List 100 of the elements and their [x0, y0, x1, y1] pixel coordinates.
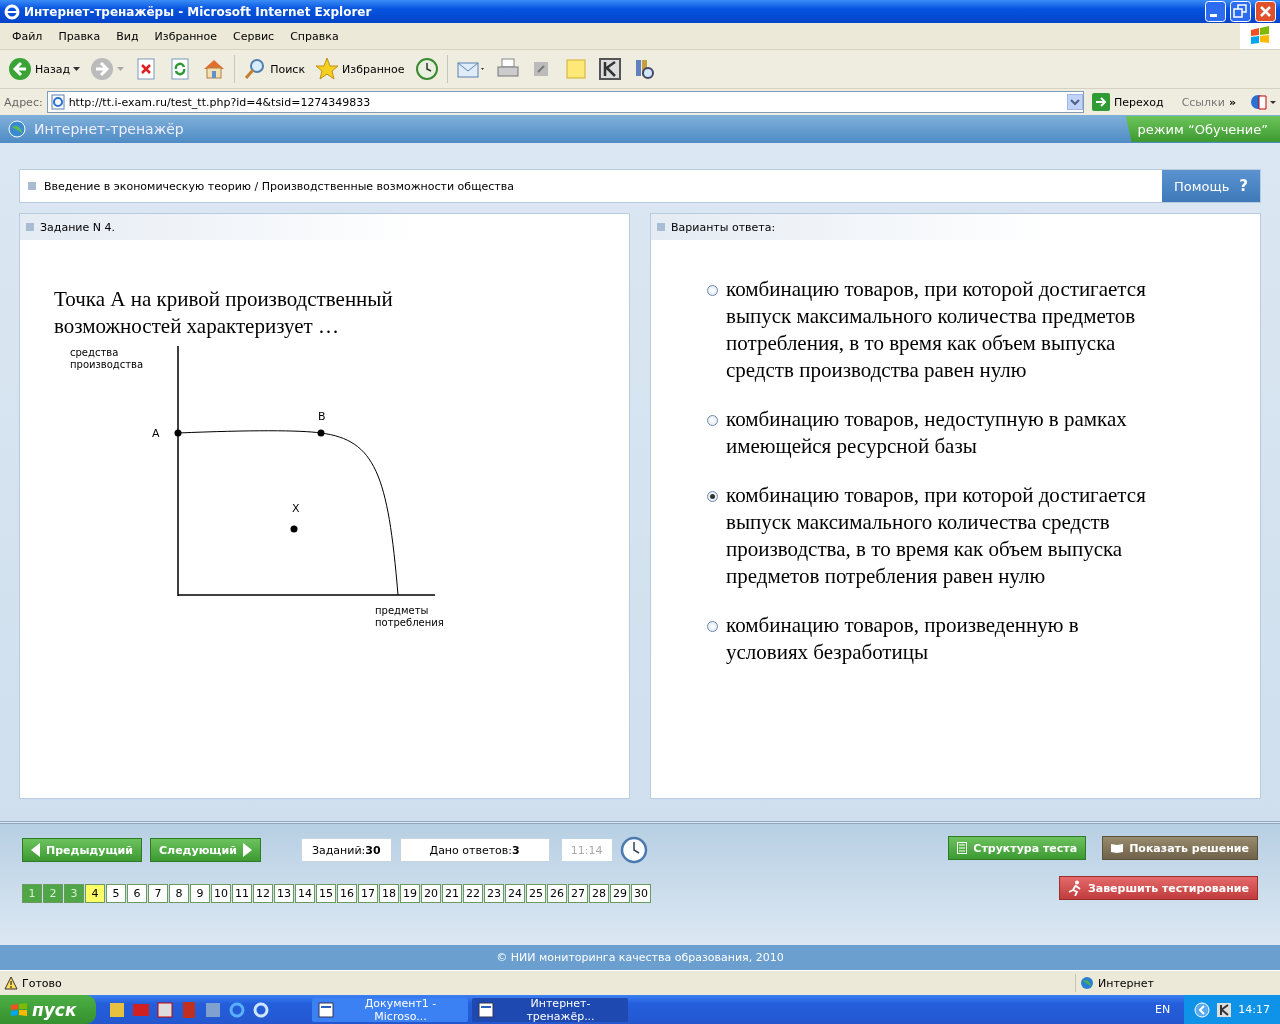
window-icon: [318, 1001, 334, 1018]
page-number-button[interactable]: 28: [589, 884, 609, 903]
timer-field: 11:14: [561, 839, 612, 861]
page-number-button[interactable]: 24: [505, 884, 525, 903]
page-number-button[interactable]: 12: [253, 884, 273, 903]
book-icon: [1111, 843, 1124, 853]
point-label: A: [152, 427, 160, 440]
question-text: Точка А на кривой производственный возможностей характеризует …: [54, 286, 394, 340]
language-indicator[interactable]: EN: [1155, 1003, 1171, 1016]
back-button[interactable]: Назад: [6, 55, 83, 83]
breadcrumb-text: Введение в экономическую теорию / Производственные возможности общества: [44, 179, 514, 193]
chevron-icon[interactable]: [1194, 1001, 1211, 1018]
windows-flag-icon: [1249, 26, 1271, 46]
page-number-button[interactable]: 27: [568, 884, 588, 903]
panel-title: Задание N 4.: [40, 220, 115, 234]
page-number-button[interactable]: 29: [610, 884, 630, 903]
list-icon: [957, 842, 968, 854]
k-square-icon[interactable]: [597, 57, 622, 81]
app-icon[interactable]: [204, 1000, 222, 1019]
radio-button[interactable]: [707, 285, 718, 296]
go-button[interactable]: Переход: [1088, 93, 1172, 111]
menu-item[interactable]: Вид: [108, 29, 147, 43]
page-number-button[interactable]: 4: [85, 884, 105, 903]
page-number-button[interactable]: 15: [316, 884, 336, 903]
window-icon: [478, 1001, 494, 1018]
page-number-button[interactable]: 13: [274, 884, 294, 903]
taskbar-window-button[interactable]: Документ1 - Microso...: [312, 997, 468, 1022]
help-button[interactable]: Помощь ?: [1162, 170, 1260, 202]
page-number-button[interactable]: 8: [169, 884, 189, 903]
page-number-button[interactable]: 14: [295, 884, 315, 903]
star-icon: [315, 57, 340, 81]
warning-page-icon: [4, 976, 18, 990]
zone-text: Интернет: [1098, 976, 1154, 990]
dropdown-caret-icon: [117, 67, 125, 71]
page-number-button[interactable]: 16: [337, 884, 357, 903]
page-number-button[interactable]: 5: [106, 884, 126, 903]
window-title: Интернет-тренажёры - Microsoft Internet Explorer: [24, 4, 373, 19]
globe-icon: [1080, 976, 1094, 990]
page-number-button[interactable]: 26: [547, 884, 567, 903]
right-triangle-icon: [242, 843, 252, 857]
tasks-counter: Заданий:30: [300, 838, 392, 862]
close-icon[interactable]: [1255, 1, 1276, 22]
answer-text: комбинацию товаров, недоступную в рамках имеющейся ресурсной базы: [726, 406, 1128, 460]
point-marker: [317, 429, 325, 437]
menu-item[interactable]: Файл: [4, 29, 51, 43]
restore-icon[interactable]: [1230, 1, 1251, 22]
finish-button[interactable]: Завершить тестирование: [1058, 876, 1258, 900]
page-number-button[interactable]: 7: [148, 884, 168, 903]
taskbar-window-button[interactable]: Интернет-тренажёр...: [472, 997, 628, 1022]
axis-label: средства производства: [70, 347, 144, 370]
radio-button[interactable]: [707, 415, 718, 426]
menu-item[interactable]: Правка: [50, 29, 109, 43]
left-triangle-icon: [31, 843, 40, 857]
app-icon[interactable]: [108, 1000, 126, 1019]
history-clock-icon[interactable]: [414, 57, 439, 81]
minimize-icon[interactable]: [1205, 1, 1226, 22]
point-label: B: [318, 410, 326, 423]
page-number-button[interactable]: 18: [379, 884, 399, 903]
page-number-button[interactable]: 30: [631, 884, 651, 903]
menu-item[interactable]: Справка: [282, 29, 347, 43]
k-square-icon[interactable]: [1216, 1001, 1233, 1018]
answer-text: комбинацию товаров, произведенную в условиях безработицы: [726, 612, 1080, 666]
page-number-button[interactable]: 22: [463, 884, 483, 903]
app-title: Интернет-тренажёр: [34, 121, 185, 137]
globe-icon: [8, 120, 26, 138]
page-icon: [49, 94, 66, 110]
menu-item[interactable]: Избранное: [146, 29, 226, 43]
address-label: Адрес:: [4, 95, 43, 109]
page-number-button[interactable]: 25: [526, 884, 546, 903]
show-solution-button[interactable]: Показать решение: [1102, 836, 1258, 860]
dropdown-icon[interactable]: [1067, 94, 1083, 110]
clock-time: 14:17: [1238, 1003, 1270, 1016]
page-number-button[interactable]: 19: [400, 884, 420, 903]
page-number-button[interactable]: 23: [484, 884, 504, 903]
favorites-button[interactable]: Избранное: [313, 55, 407, 83]
address-field[interactable]: http://tt.i-exam.ru/test_tt.php?id=4&tsid=1274349833: [46, 91, 1084, 113]
answer-text: комбинацию товаров, при которой достигается выпуск максимального количества предметов потребления, в то время как объем выпуска средств производства равен нулю: [726, 276, 1147, 384]
point-marker: [290, 525, 298, 533]
links-label[interactable]: Ссылки: [1175, 95, 1225, 109]
status-text: Готово: [22, 976, 63, 990]
page-number-button[interactable]: 11: [232, 884, 252, 903]
bullet-icon: [28, 182, 36, 190]
search-button[interactable]: Поиск: [241, 55, 308, 83]
page-number-button[interactable]: 21: [442, 884, 462, 903]
panel-title: Варианты ответа:: [671, 220, 776, 234]
windows-flag-icon: [10, 1001, 28, 1018]
clock-icon: [619, 836, 648, 864]
point-marker: [174, 429, 182, 437]
copyright-text: © НИИ мониторинга качества образования, 2010: [496, 951, 784, 964]
more-links-button[interactable]: »: [1228, 95, 1236, 109]
page-number-button[interactable]: 20: [421, 884, 441, 903]
axis-label: предметы потребления: [375, 605, 444, 628]
radio-button[interactable]: [707, 491, 718, 502]
radio-button[interactable]: [707, 621, 718, 632]
page-number-button[interactable]: 6: [127, 884, 147, 903]
page-number-button[interactable]: 17: [358, 884, 378, 903]
page-number-button[interactable]: 10: [211, 884, 231, 903]
bullet-icon: [657, 223, 665, 231]
page-number-button[interactable]: 9: [190, 884, 210, 903]
menu-item[interactable]: Сервис: [225, 29, 283, 43]
